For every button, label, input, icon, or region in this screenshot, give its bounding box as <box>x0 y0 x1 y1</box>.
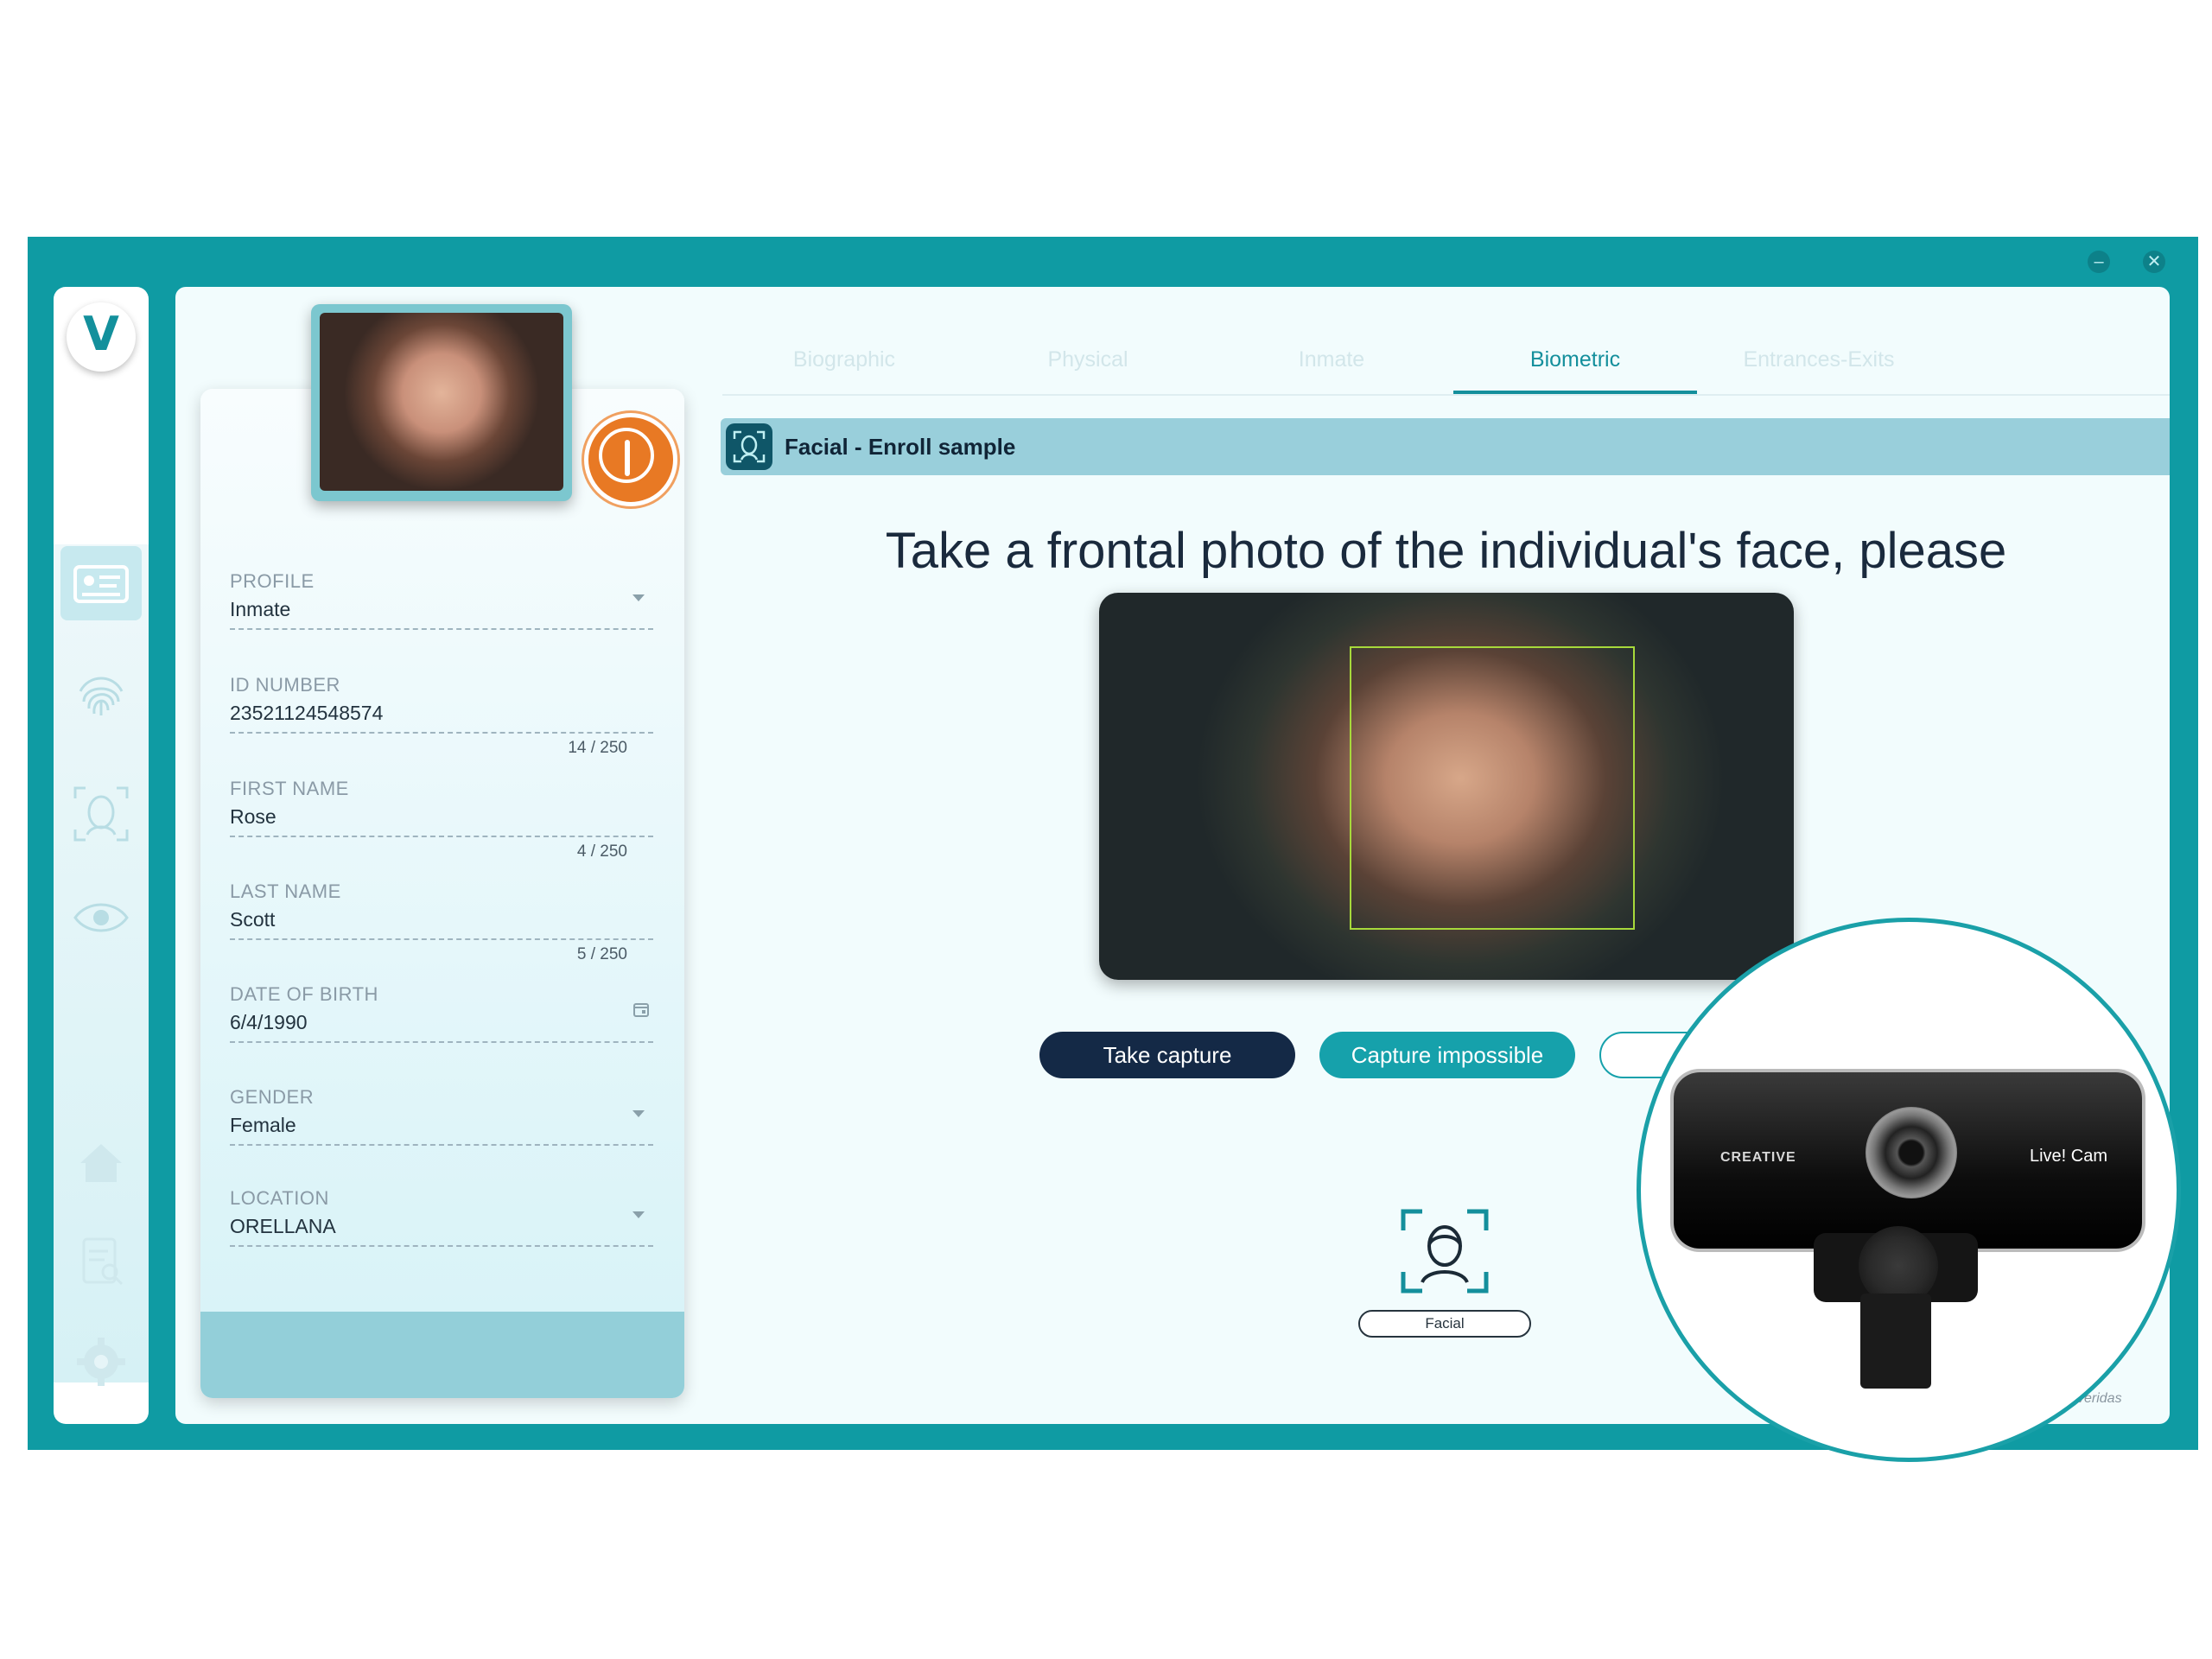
tab-biometric[interactable]: Biometric <box>1453 347 1697 372</box>
gender-label: GENDER <box>230 1086 315 1108</box>
field-underline <box>230 732 653 734</box>
id-number-label: ID NUMBER <box>230 674 340 696</box>
field-underline <box>230 1245 653 1247</box>
webcam-model-text: Live! Cam <box>2029 1147 2107 1166</box>
location-value: ORELLANA <box>230 1215 336 1237</box>
close-icon[interactable]: ✕ <box>2143 251 2165 273</box>
first-name-field[interactable]: FIRST NAME Rose 4 / 250 <box>230 778 653 861</box>
gender-field[interactable]: GENDER Female <box>230 1086 653 1146</box>
field-underline <box>230 1041 653 1043</box>
camera-preview <box>1099 593 1794 980</box>
id-card-icon[interactable] <box>72 555 130 613</box>
last-name-label: LAST NAME <box>230 880 341 902</box>
profile-value: Inmate <box>230 598 291 620</box>
settings-icon[interactable] <box>72 1332 130 1391</box>
face-detection-box <box>1350 646 1635 930</box>
chevron-down-icon[interactable] <box>632 594 645 601</box>
profile-photo[interactable] <box>311 304 572 501</box>
webcam-body: CREATIVE Live! Cam <box>1674 1072 2142 1249</box>
tab-inmate[interactable]: Inmate <box>1210 347 1453 372</box>
id-number-counter: 14 / 250 <box>568 739 627 757</box>
first-name-counter: 4 / 250 <box>576 842 627 861</box>
dob-label: DATE OF BIRTH <box>230 983 378 1005</box>
last-name-counter: 5 / 250 <box>576 945 627 963</box>
last-name-value: Scott <box>230 908 276 931</box>
location-label: LOCATION <box>230 1187 329 1209</box>
status-badge[interactable] <box>584 413 677 506</box>
capture-impossible-button[interactable]: Capture impossible <box>1319 1032 1575 1078</box>
webcam-lens <box>1866 1107 1957 1198</box>
id-number-value: 23521124548574 <box>230 702 384 724</box>
first-name-label: FIRST NAME <box>230 778 349 799</box>
facial-modality-icon[interactable] <box>1400 1208 1490 1294</box>
profile-label: PROFILE <box>230 570 315 592</box>
location-field[interactable]: LOCATION ORELLANA <box>230 1187 653 1247</box>
face-scan-icon[interactable] <box>72 785 130 843</box>
field-underline <box>230 1144 653 1146</box>
gender-value: Female <box>230 1114 296 1136</box>
webcam-inset: CREATIVE Live! Cam <box>1637 918 2181 1462</box>
field-underline <box>230 938 653 940</box>
section-header: Facial - Enroll sample <box>721 418 2170 475</box>
profile-photo-image <box>320 313 563 491</box>
app-logo[interactable]: V <box>67 302 136 372</box>
chevron-down-icon[interactable] <box>632 1211 645 1218</box>
chevron-down-icon[interactable] <box>632 1110 645 1117</box>
fingerprint-icon[interactable] <box>72 667 130 726</box>
field-underline <box>230 628 653 630</box>
section-title: Facial - Enroll sample <box>785 434 1016 460</box>
record-tabs: Biographic Physical Inmate Biometric Ent… <box>722 335 2170 396</box>
minimize-icon[interactable]: – <box>2088 251 2110 273</box>
face-scan-icon <box>726 423 772 470</box>
last-name-field[interactable]: LAST NAME Scott 5 / 250 <box>230 880 653 963</box>
tab-entrances-exits[interactable]: Entrances-Exits <box>1697 347 1941 372</box>
report-search-icon[interactable] <box>72 1232 130 1291</box>
webcam-brand-text: CREATIVE <box>1720 1150 1796 1165</box>
webcam-stand <box>1860 1294 1931 1389</box>
tab-biographic[interactable]: Biographic <box>722 347 966 372</box>
calendar-icon[interactable] <box>632 1001 650 1018</box>
id-number-field[interactable]: ID NUMBER 23521124548574 14 / 250 <box>230 674 653 757</box>
profile-card-footer <box>200 1312 684 1398</box>
date-of-birth-field[interactable]: DATE OF BIRTH 6/4/1990 <box>230 983 653 1043</box>
home-icon[interactable] <box>72 1134 130 1192</box>
dob-value: 6/4/1990 <box>230 1011 308 1033</box>
field-underline <box>230 836 653 837</box>
power-icon-bar <box>625 440 630 476</box>
first-name-value: Rose <box>230 805 276 828</box>
facial-modality-label[interactable]: Facial <box>1358 1310 1531 1338</box>
tab-physical[interactable]: Physical <box>966 347 1210 372</box>
profile-field[interactable]: PROFILE Inmate <box>230 570 653 630</box>
capture-instruction: Take a frontal photo of the individual's… <box>885 523 2007 579</box>
eye-icon[interactable] <box>72 888 130 947</box>
active-tab-underline <box>1453 391 1697 394</box>
logo-letter: V <box>83 307 119 361</box>
take-capture-button[interactable]: Take capture <box>1039 1032 1295 1078</box>
sidebar: V <box>54 287 149 1424</box>
